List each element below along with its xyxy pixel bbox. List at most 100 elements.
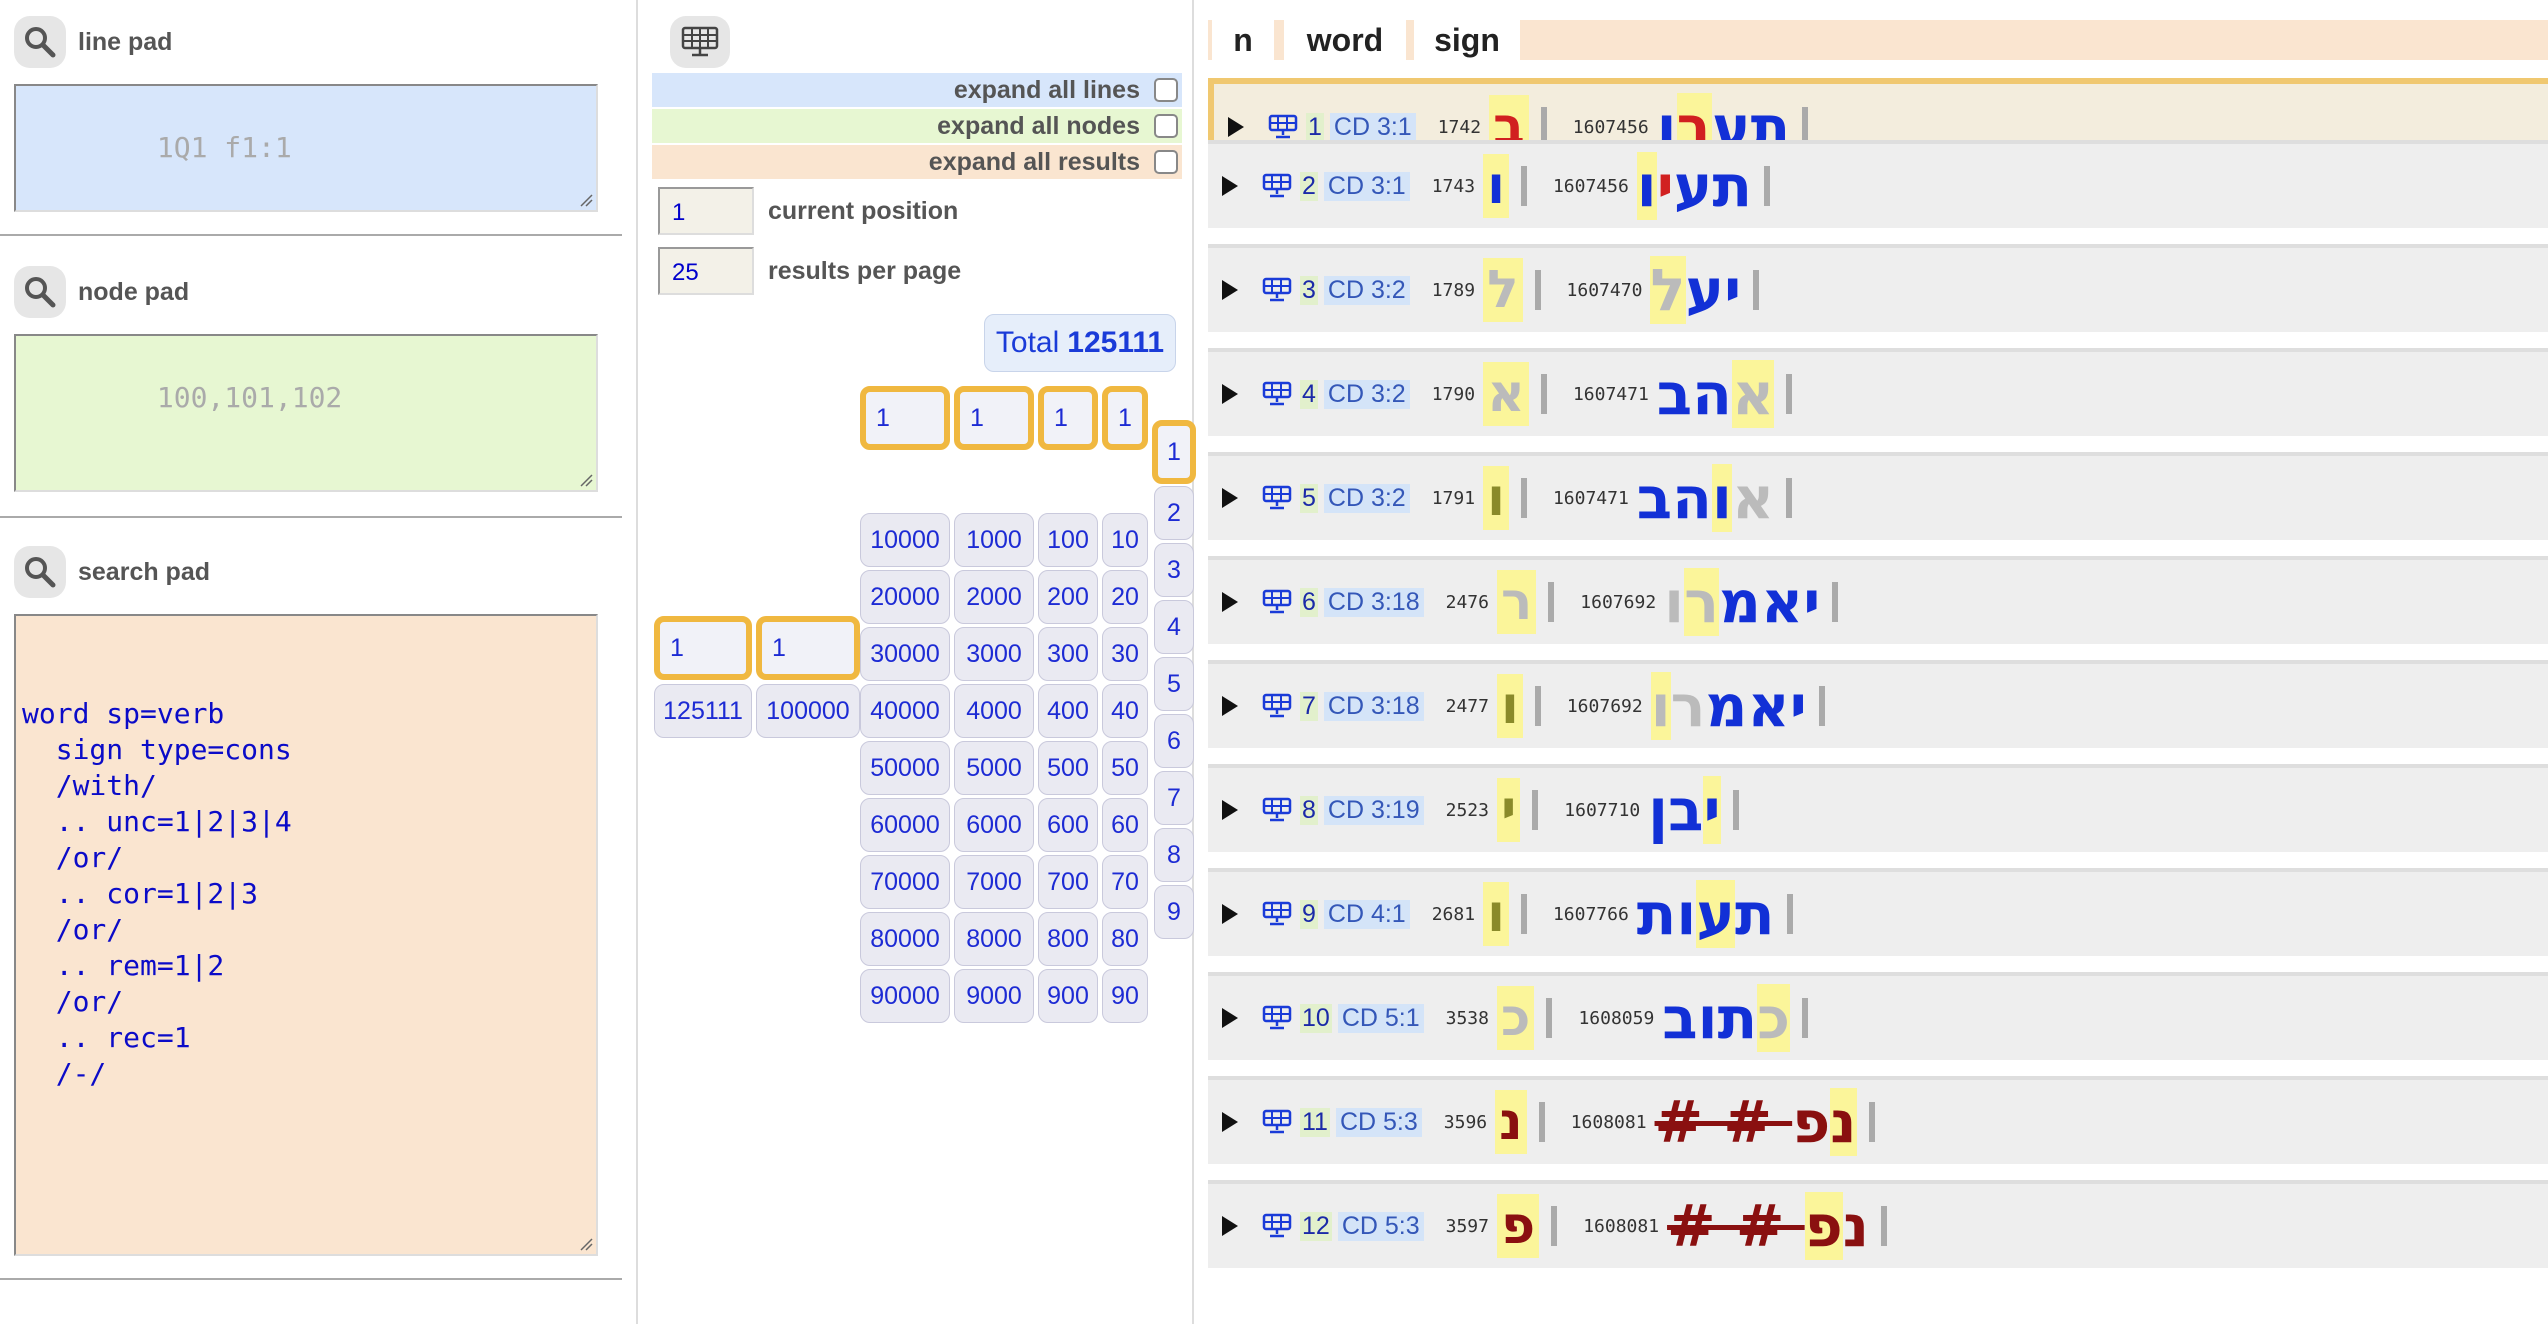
sign-glyph[interactable]: י (1496, 778, 1521, 842)
word-text[interactable]: אוהב (1637, 464, 1774, 532)
result-reference[interactable]: CD 3:2 (1323, 483, 1410, 513)
table-grid-icon[interactable] (1262, 277, 1292, 303)
nav-button[interactable]: 50000 (860, 741, 950, 795)
resize-grip-icon[interactable] (579, 1237, 593, 1251)
table-grid-icon[interactable] (1262, 1213, 1292, 1239)
nav-button[interactable]: 7 (1154, 771, 1194, 825)
nav-button[interactable]: 500 (1038, 741, 1098, 795)
expand-triangle-icon[interactable] (1222, 696, 1238, 716)
word-text[interactable]: תעות (1637, 880, 1775, 948)
nav-button[interactable]: 40 (1102, 684, 1148, 738)
nav-button[interactable]: 100 (1038, 513, 1098, 567)
expand-triangle-icon[interactable] (1228, 117, 1244, 137)
table-grid-icon[interactable] (1262, 173, 1292, 199)
nav-button[interactable]: 3000 (954, 627, 1034, 681)
result-row[interactable]: 7 CD 3:18 2477 ו 1607692 יאמרו (1208, 660, 2548, 748)
result-reference[interactable]: CD 3:1 (1323, 171, 1410, 201)
result-reference[interactable]: CD 4:1 (1323, 899, 1410, 929)
search-pad-search-button[interactable] (14, 546, 66, 598)
nav-button[interactable]: 60000 (860, 798, 950, 852)
result-row[interactable]: 6 CD 3:18 2476 ר 1607692 יאמרו (1208, 556, 2548, 644)
word-text[interactable]: אהב (1657, 360, 1775, 428)
search-pad-input[interactable]: word sp=verb sign type=cons /with/ .. un… (14, 614, 598, 1256)
result-row[interactable]: 10 CD 5:1 3538 כ 1608059 כתוב (1208, 972, 2548, 1060)
expand-triangle-icon[interactable] (1222, 592, 1238, 612)
nav-button[interactable]: 10000 (860, 513, 950, 567)
nav-selected-col_100[interactable]: 1 (1038, 386, 1098, 450)
nav-selected-col_10[interactable]: 1 (1102, 386, 1148, 450)
nav-button[interactable]: 400 (1038, 684, 1098, 738)
expand-triangle-icon[interactable] (1222, 1216, 1238, 1236)
table-grid-icon[interactable] (1262, 381, 1292, 407)
table-grid-icon[interactable] (1262, 1005, 1292, 1031)
sign-glyph[interactable]: ו (1483, 466, 1509, 530)
nav-button[interactable]: 2 (1154, 486, 1194, 540)
nav-button[interactable]: 100000 (756, 684, 860, 738)
nav-button[interactable]: 4000 (954, 684, 1034, 738)
sign-glyph[interactable]: א (1483, 362, 1529, 426)
sign-glyph[interactable]: ו (1483, 882, 1509, 946)
nav-button[interactable]: 200 (1038, 570, 1098, 624)
word-text[interactable]: נפ # # (1667, 1192, 1869, 1260)
nav-button[interactable]: 10 (1102, 513, 1148, 567)
nav-button[interactable]: 30000 (860, 627, 950, 681)
nav-button[interactable]: 900 (1038, 969, 1098, 1023)
nav-button[interactable]: 4 (1154, 600, 1194, 654)
word-text[interactable]: יאמרו (1650, 672, 1807, 740)
nav-button[interactable]: 90 (1102, 969, 1148, 1023)
result-row[interactable]: 2 CD 3:1 1743 ו 1607456 תעיו (1208, 140, 2548, 228)
nav-button[interactable]: 20 (1102, 570, 1148, 624)
nav-button[interactable]: 6 (1154, 714, 1194, 768)
result-reference[interactable]: CD 5:3 (1337, 1211, 1424, 1241)
word-text[interactable]: נפ # # (1655, 1088, 1857, 1156)
nav-button[interactable]: 125111 (654, 684, 752, 738)
nav-button[interactable]: 1000 (954, 513, 1034, 567)
word-text[interactable]: יבן (1648, 776, 1721, 844)
result-row[interactable]: 9 CD 4:1 2681 ו 1607766 תעות (1208, 868, 2548, 956)
table-grid-icon[interactable] (1262, 589, 1292, 615)
nav-button[interactable]: 5 (1154, 657, 1194, 711)
sign-glyph[interactable]: ו (1496, 674, 1523, 738)
expand-triangle-icon[interactable] (1222, 280, 1238, 300)
nav-selected-col_1000[interactable]: 1 (954, 386, 1034, 450)
word-text[interactable]: יעל (1650, 256, 1741, 324)
table-grid-icon[interactable] (1262, 485, 1292, 511)
line-pad-search-button[interactable] (14, 16, 66, 68)
resize-grip-icon[interactable] (579, 473, 593, 487)
nav-button[interactable]: 20000 (860, 570, 950, 624)
result-reference[interactable]: CD 3:18 (1323, 691, 1424, 721)
table-grid-icon[interactable] (1262, 797, 1292, 823)
nav-button[interactable]: 70 (1102, 855, 1148, 909)
expand-triangle-icon[interactable] (1222, 1112, 1238, 1132)
table-view-button[interactable] (670, 16, 730, 68)
nav-button[interactable]: 90000 (860, 969, 950, 1023)
results-per-page-input[interactable]: 25 (658, 247, 754, 295)
nav-button[interactable]: 6000 (954, 798, 1034, 852)
node-pad-input[interactable]: 100,101,102 (14, 334, 598, 492)
nav-button[interactable]: 8 (1154, 828, 1194, 882)
expand-triangle-icon[interactable] (1222, 176, 1238, 196)
node-pad-search-button[interactable] (14, 266, 66, 318)
nav-button[interactable]: 80 (1102, 912, 1148, 966)
sign-glyph[interactable]: ר (1496, 570, 1537, 634)
expand-all-nodes-checkbox[interactable] (1154, 114, 1178, 138)
word-text[interactable]: יאמרו (1664, 568, 1820, 636)
table-grid-icon[interactable] (1262, 901, 1292, 927)
expand-triangle-icon[interactable] (1222, 904, 1238, 924)
table-grid-icon[interactable] (1268, 114, 1298, 140)
sign-glyph[interactable]: כ (1496, 986, 1535, 1050)
result-reference[interactable]: CD 3:2 (1323, 379, 1410, 409)
result-row[interactable]: 11 CD 5:3 3596 נ 1608081 נפ # # (1208, 1076, 2548, 1164)
nav-button[interactable]: 7000 (954, 855, 1034, 909)
sign-glyph[interactable]: ו (1483, 154, 1509, 218)
resize-grip-icon[interactable] (579, 193, 593, 207)
nav-button[interactable]: 9 (1154, 885, 1194, 939)
word-text[interactable]: תעיו (1636, 152, 1752, 220)
result-reference[interactable]: CD 5:3 (1335, 1107, 1422, 1137)
expand-all-lines-checkbox[interactable] (1154, 78, 1178, 102)
sign-glyph[interactable]: פ (1496, 1194, 1540, 1258)
line-pad-input[interactable]: 1Q1 f1:1 (14, 84, 598, 212)
nav-button[interactable]: 700 (1038, 855, 1098, 909)
result-row[interactable]: 3 CD 3:2 1789 ל 1607470 יעל (1208, 244, 2548, 332)
result-row[interactable]: 8 CD 3:19 2523 י 1607710 יבן (1208, 764, 2548, 852)
